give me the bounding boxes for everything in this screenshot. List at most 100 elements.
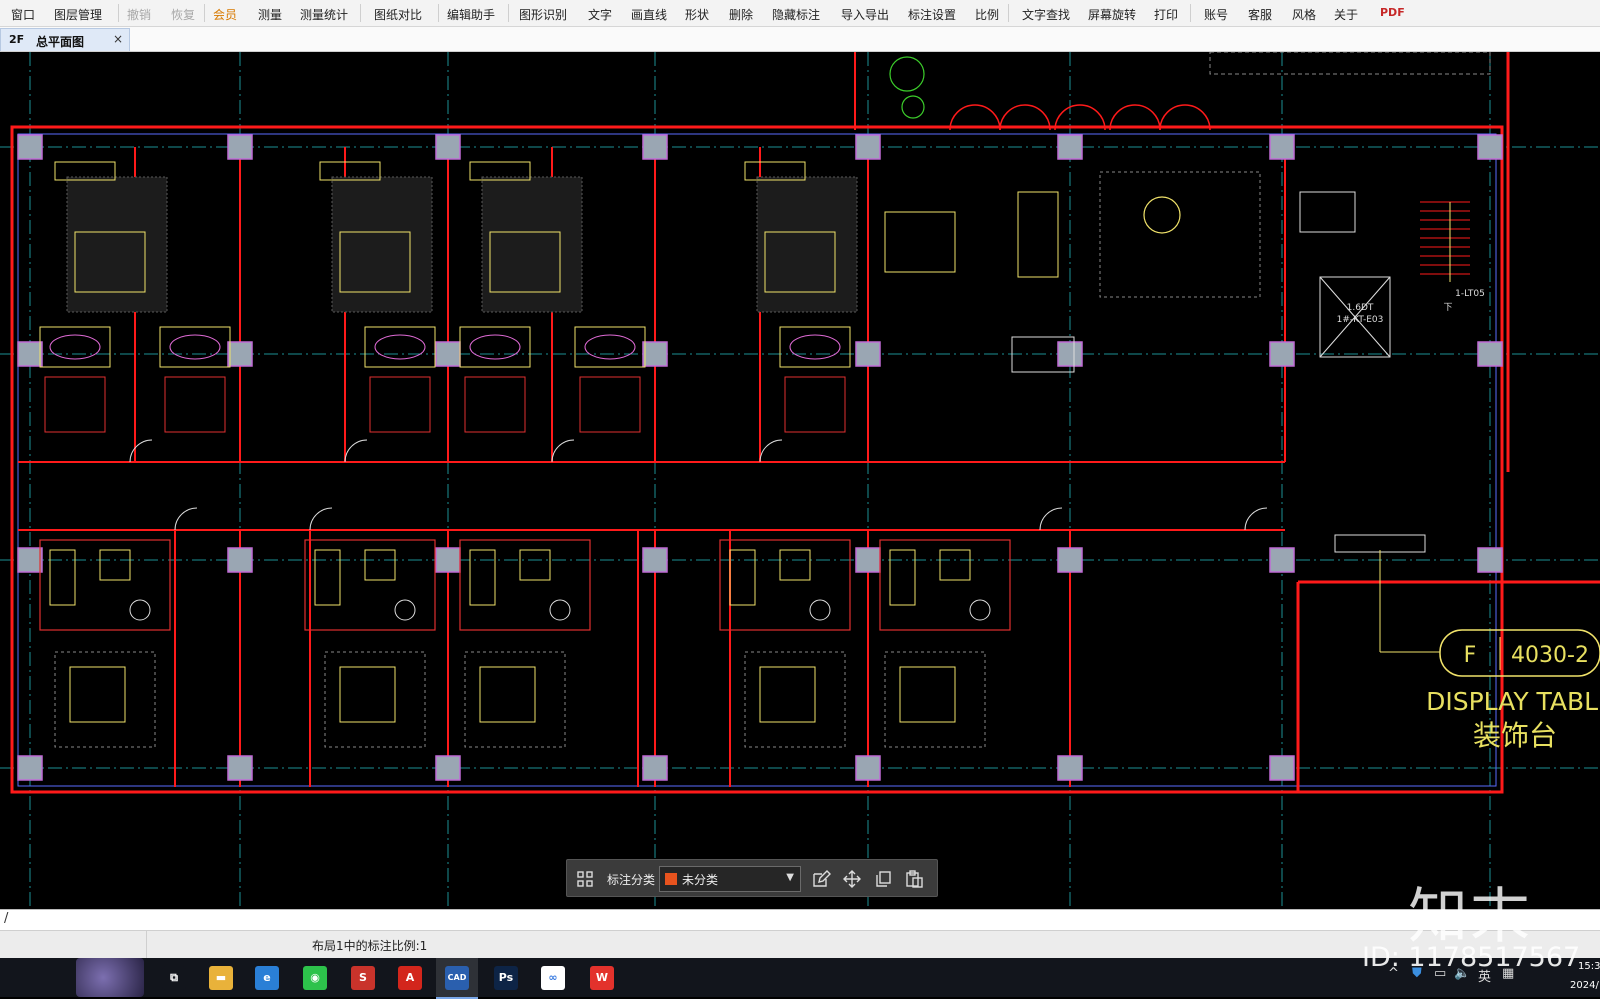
toolbar-item-16[interactable]: 标注设置	[908, 6, 956, 23]
wps-icon[interactable]: W	[590, 966, 614, 990]
toolbar-item-8[interactable]: 编辑助手	[447, 6, 495, 23]
toolbar-separator	[1190, 4, 1191, 22]
baidu-netdisk-icon[interactable]: ∞	[541, 966, 565, 990]
structural-column	[642, 547, 668, 573]
toolbar-item-25[interactable]: PDF	[1380, 6, 1405, 19]
sketchup-icon[interactable]: S	[351, 966, 375, 990]
structural-column	[855, 547, 881, 573]
callout-chinese: 装饰台	[1473, 719, 1557, 752]
structural-column	[17, 755, 43, 781]
start-thumbnail[interactable]	[76, 958, 144, 997]
cad-viewer-icon[interactable]: CAD	[445, 966, 469, 990]
edge-browser-icon[interactable]: e	[255, 966, 279, 990]
toolbar-item-17[interactable]: 比例	[975, 6, 999, 23]
toolbar-item-21[interactable]: 账号	[1204, 6, 1228, 23]
structural-column	[855, 755, 881, 781]
bathroom-wall	[719, 539, 851, 631]
bed	[479, 666, 536, 723]
toolbar-item-6[interactable]: 测量统计	[300, 6, 348, 23]
dining-area	[1099, 171, 1261, 298]
shower-tray	[889, 549, 916, 606]
security-icon[interactable]: ⛊	[1412, 966, 1422, 981]
task-view-icon[interactable]: ⧉	[162, 966, 186, 990]
paste-icon[interactable]	[904, 869, 924, 889]
bathroom-wall	[304, 539, 436, 631]
chevron-down-icon: ▼	[786, 872, 794, 883]
structural-column	[17, 547, 43, 573]
toolbar-item-13[interactable]: 删除	[729, 6, 753, 23]
bathroom-wall	[459, 539, 591, 631]
tray-overflow-icon[interactable]: ^	[1388, 966, 1399, 981]
toolbar-separator	[508, 4, 509, 22]
structural-column	[642, 134, 668, 160]
bed	[899, 666, 956, 723]
bathroom-wall	[464, 376, 526, 433]
structural-column	[1269, 755, 1295, 781]
room-tag: 1#-KT-E03	[1337, 315, 1384, 325]
toolbar-item-4[interactable]: 会员	[213, 6, 237, 23]
toolbar-item-18[interactable]: 文字查找	[1022, 6, 1070, 23]
toolbar-item-0[interactable]: 窗口	[11, 6, 35, 23]
toolbar-item-9[interactable]: 图形识别	[519, 6, 567, 23]
structural-column	[1057, 134, 1083, 160]
wardrobe	[1017, 191, 1059, 278]
taskbar-date[interactable]: 2024/1	[1570, 980, 1600, 991]
structural-column	[435, 547, 461, 573]
copy-icon[interactable]	[873, 869, 893, 889]
toolbar-item-10[interactable]: 文字	[588, 6, 612, 23]
tab-close-icon[interactable]: ×	[113, 32, 123, 46]
taskbar-time[interactable]: 15:3	[1578, 961, 1600, 972]
toolbar-item-1[interactable]: 图层管理	[54, 6, 102, 23]
door-swing	[309, 507, 333, 531]
toolbar-item-22[interactable]: 客服	[1248, 6, 1272, 23]
toolbar-item-23[interactable]: 风格	[1292, 6, 1316, 23]
floor-plan-drawing: 1.6DT 1#-KT-E03 1-LT05下 F 4030-2 DISPLAY TABL…	[0, 52, 1600, 908]
bathroom-wall	[579, 376, 641, 433]
volume-icon[interactable]: 🔈	[1454, 966, 1470, 981]
toolbar-item-2[interactable]: 撤销	[127, 6, 151, 23]
toolbar-separator	[360, 4, 361, 22]
toolbar-item-19[interactable]: 屏幕旋转	[1088, 6, 1136, 23]
acrobat-icon[interactable]: A	[398, 966, 422, 990]
toolbar-item-12[interactable]: 形状	[685, 6, 709, 23]
toolbar-item-24[interactable]: 关于	[1334, 6, 1358, 23]
toolbar-item-5[interactable]: 测量	[258, 6, 282, 23]
tab-general-plan[interactable]: 2F 总平面图 ×	[0, 28, 130, 51]
vanity	[519, 549, 551, 581]
network-icon[interactable]: ▭	[1434, 966, 1446, 981]
annotation-category-label: 标注分类	[607, 873, 656, 887]
annotation-category-select[interactable]: 未分类 ▼	[659, 866, 801, 892]
toolbar-item-7[interactable]: 图纸对比	[374, 6, 422, 23]
category-selected-value: 未分类	[682, 873, 719, 887]
shower-tray	[49, 549, 76, 606]
status-bar: 布局1中的标注比例:1	[0, 930, 1600, 958]
structural-column	[227, 341, 253, 367]
shower-tray	[314, 549, 341, 606]
file-explorer-icon[interactable]: ▬	[209, 966, 233, 990]
category-grid-icon[interactable]	[576, 870, 594, 888]
bathroom-wall	[784, 376, 846, 433]
toolbar-item-11[interactable]: 画直线	[631, 6, 667, 23]
input-language[interactable]: 英	[1478, 966, 1491, 985]
input-method-icon[interactable]: ▦	[1502, 966, 1514, 981]
edit-icon[interactable]	[811, 869, 831, 889]
structural-column	[435, 134, 461, 160]
structural-column	[1057, 547, 1083, 573]
structural-column	[1057, 341, 1083, 367]
toolbar-item-3[interactable]: 恢复	[171, 6, 195, 23]
tree-symbol	[901, 95, 925, 119]
wechat-icon[interactable]: ◉	[303, 966, 327, 990]
annotation-toolbar: 标注分类 未分类 ▼	[566, 859, 938, 897]
toolbar-item-14[interactable]: 隐藏标注	[772, 6, 820, 23]
photoshop-icon[interactable]: Ps	[494, 966, 518, 990]
bathtub-basin	[584, 334, 636, 360]
toolbar-item-20[interactable]: 打印	[1154, 6, 1178, 23]
structural-column	[435, 755, 461, 781]
toolbar-item-15[interactable]: 导入导出	[841, 6, 889, 23]
room-tag: 1.6DT	[1347, 303, 1374, 313]
command-line[interactable]: /	[0, 909, 1600, 930]
bathroom-wall	[39, 539, 171, 631]
drawing-canvas[interactable]: 1.6DT 1#-KT-E03 1-LT05 下 F 4030-2 DISPLAY TABL…	[0, 52, 1600, 908]
move-icon[interactable]	[842, 869, 862, 889]
round-table	[1143, 196, 1181, 234]
